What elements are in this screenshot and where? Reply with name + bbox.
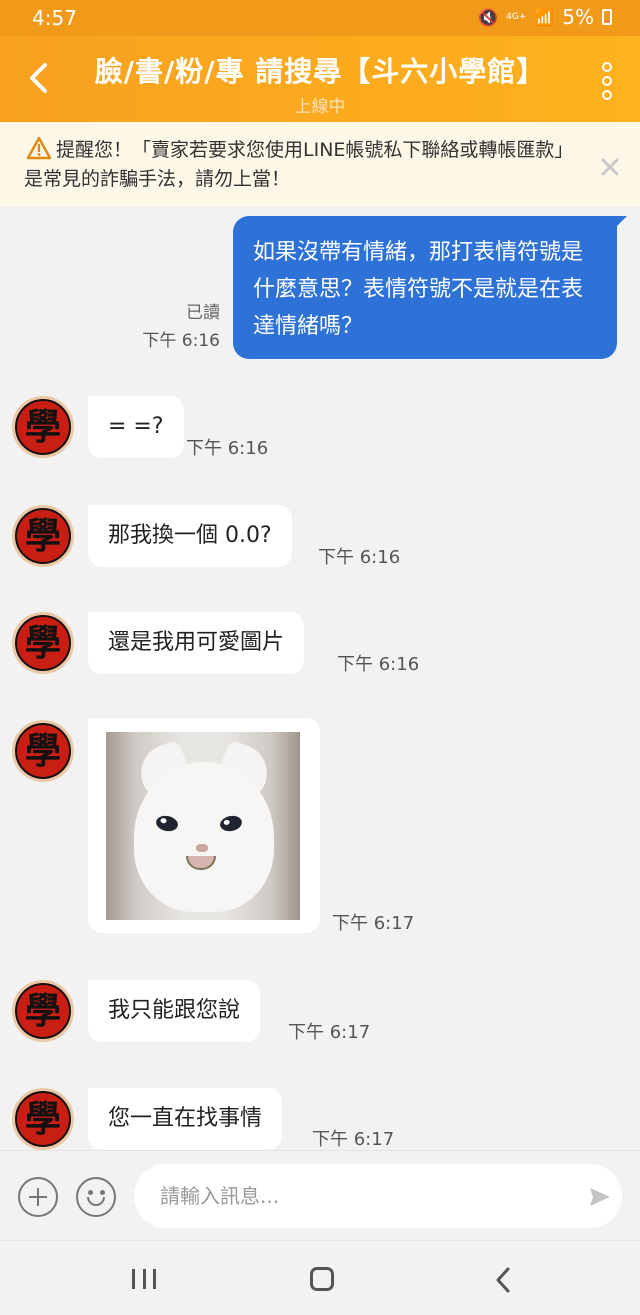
chat-header: 臉/書/粉/專 請搜尋【斗六小學館】 上線中 [0,36,640,122]
dot-icon [602,90,612,100]
received-message-bubble[interactable]: 那我換一個 0.0? [88,505,292,567]
avatar-glyph: 學 [24,730,61,772]
dot-icon [602,76,612,86]
emoji-mouth [87,1197,105,1206]
sent-message-bubble[interactable]: 如果沒帶有情緒，那打表情符號是什麼意思？表情符號不是就是在表達情緒嗎？ [233,216,627,359]
send-icon[interactable] [588,1185,612,1209]
chat-title: 臉/書/粉/專 請搜尋【斗六小學館】 [94,55,546,88]
read-receipt: 已讀 [186,303,220,323]
avatar-glyph: 學 [24,1098,61,1140]
emoji-eye [88,1190,93,1195]
avatar[interactable]: 學 [12,980,74,1042]
received-message-bubble[interactable]: 還是我用可愛圖片 [88,612,305,674]
home-button[interactable] [310,1267,334,1291]
recent-apps-icon [132,1269,135,1289]
dot-icon [602,62,612,72]
message-time: 下午 6:17 [288,1022,371,1043]
avatar[interactable]: 學 [12,505,74,567]
mute-icon: 🔇 [478,7,499,27]
close-icon[interactable] [600,157,620,177]
message-time: 下午 6:16 [186,438,269,459]
avatar[interactable]: 學 [12,612,74,674]
avatar-glyph: 學 [24,990,61,1032]
recent-apps-icon [142,1269,146,1289]
recent-apps-button[interactable] [132,1269,156,1289]
system-back-button[interactable] [492,1267,516,1293]
message-input-bar [0,1150,640,1240]
status-time: 4:57 [32,6,77,30]
online-status: 上線中 [294,97,346,117]
system-nav-bar [0,1240,640,1315]
message-time: 下午 6:16 [318,547,401,568]
scam-warning-banner: 提醒您！「賣家若要求您使用LINE帳號私下聯絡或轉帳匯款」是常見的詐騙手法，請勿… [0,122,640,208]
message-time: 下午 6:16 [142,331,220,351]
received-message-bubble[interactable]: 您一直在找事情 [88,1088,283,1150]
add-attachment-button[interactable] [18,1177,58,1217]
recent-apps-icon [153,1269,156,1289]
received-message-bubble[interactable]: = =? [88,396,184,458]
avatar-glyph: 學 [24,622,61,664]
emoji-eye [100,1190,105,1195]
status-icons: 🔇 4G+ 📶 5% [478,5,612,29]
avatar[interactable]: 學 [12,720,74,782]
warning-text: 提醒您！「賣家若要求您使用LINE帳號私下聯絡或轉帳匯款」是常見的詐騙手法，請勿… [24,139,574,190]
received-message-bubble[interactable]: 我只能跟您說 [88,980,261,1042]
avatar-glyph: 學 [24,406,61,448]
message-time: 下午 6:17 [332,913,415,934]
cat-head [134,762,274,912]
battery-icon [602,9,612,25]
avatar[interactable]: 學 [12,396,74,458]
avatar-glyph: 學 [24,515,61,557]
more-options-button[interactable] [600,62,614,100]
message-input[interactable] [134,1164,622,1228]
status-bar: 4:57 🔇 4G+ 📶 5% [0,0,640,36]
signal-icon: 📶 [534,7,555,27]
cat-nose [196,844,208,852]
battery-percent: 5% [562,5,594,29]
message-list[interactable]: 如果沒帶有情緒，那打表情符號是什麼意思？表情符號不是就是在表達情緒嗎？ 已讀 下… [0,208,640,1150]
message-time: 下午 6:17 [312,1129,395,1150]
emoji-button[interactable] [76,1177,116,1217]
network-label: 4G+ [506,11,527,22]
message-time: 下午 6:16 [337,654,420,675]
crying-cat-image[interactable] [106,732,300,920]
image-message-bubble[interactable] [88,718,320,933]
avatar[interactable]: 學 [12,1088,74,1150]
